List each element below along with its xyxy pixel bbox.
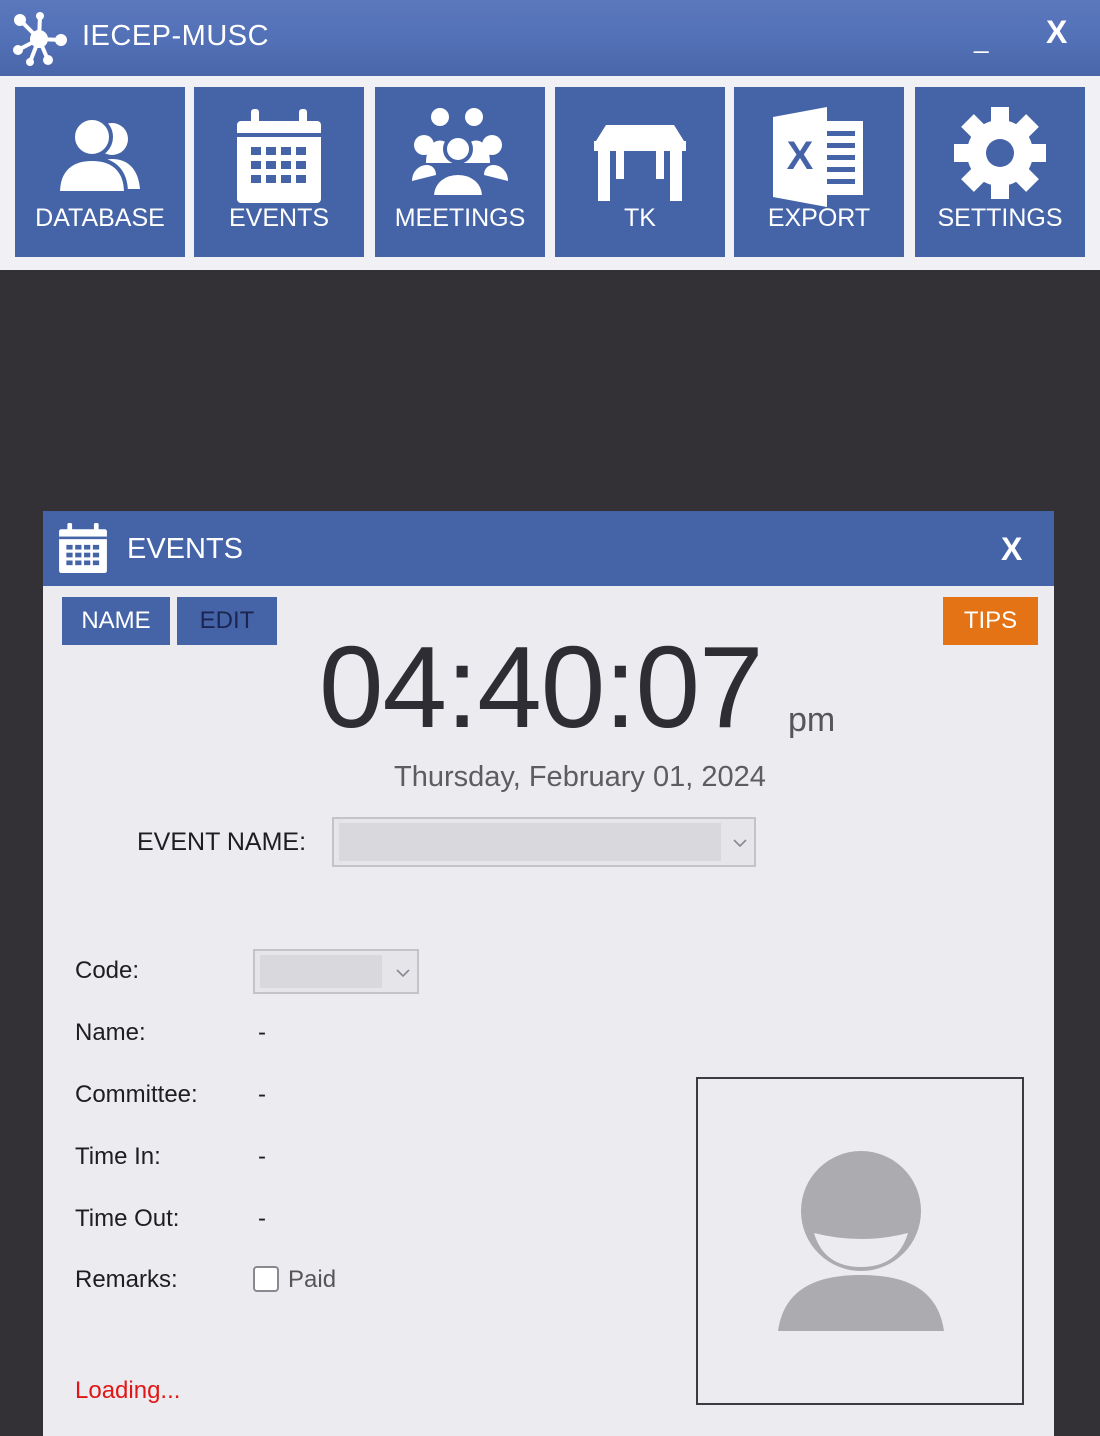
- status-text: Loading...: [75, 1377, 181, 1404]
- events-window: EVENTS X NAME EDIT TIPS 04:40:07 pm Thur…: [43, 511, 1054, 1436]
- tips-button[interactable]: TIPS: [943, 597, 1038, 645]
- meetings-button[interactable]: MEETINGS: [375, 87, 545, 257]
- event-name-dropdown[interactable]: [332, 817, 756, 867]
- events-label: EVENTS: [228, 204, 330, 232]
- calendar-icon: [237, 109, 321, 203]
- name-button[interactable]: NAME: [62, 597, 170, 645]
- avatar-placeholder-icon: [778, 1151, 944, 1331]
- table-icon: [594, 125, 686, 201]
- current-date: Thursday, February 01, 2024: [394, 761, 766, 793]
- settings-button[interactable]: SETTINGS: [915, 87, 1085, 257]
- export-label: EXPORT: [767, 204, 871, 232]
- app-title: IECEP-MUSC: [82, 20, 270, 52]
- chevron-down-icon: [733, 839, 747, 848]
- event-name-value: [339, 823, 721, 861]
- close-button[interactable]: X: [1046, 14, 1067, 51]
- time-out-value: -: [258, 1205, 266, 1232]
- paid-checkbox[interactable]: [253, 1266, 279, 1292]
- title-bar: IECEP-MUSC _ X: [0, 0, 1100, 76]
- member-photo: [696, 1077, 1024, 1405]
- database-label: DATABASE: [35, 204, 165, 232]
- time-out-label: Time Out:: [75, 1205, 180, 1232]
- chevron-down-icon: [396, 969, 410, 978]
- events-button[interactable]: EVENTS: [194, 87, 364, 257]
- excel-icon: X: [773, 107, 863, 207]
- calendar-icon: [59, 523, 107, 573]
- meetings-label: MEETINGS: [394, 204, 526, 232]
- export-button[interactable]: X EXPORT: [734, 87, 904, 257]
- code-dropdown[interactable]: [253, 949, 419, 994]
- users-icon: [55, 116, 140, 195]
- remarks-label: Remarks:: [75, 1266, 178, 1293]
- group-icon: [412, 108, 508, 199]
- name-field-label: Name:: [75, 1019, 146, 1046]
- edit-button[interactable]: EDIT: [177, 597, 277, 645]
- committee-label: Committee:: [75, 1081, 198, 1108]
- main-toolbar: DATABASE EVENTS MEETINGS TK X EXPORT SET…: [0, 76, 1100, 270]
- settings-label: SETTINGS: [937, 204, 1063, 232]
- svg-text:X: X: [787, 134, 814, 178]
- code-label: Code:: [75, 957, 140, 984]
- time-in-label: Time In:: [75, 1143, 161, 1170]
- minimize-button[interactable]: _: [974, 24, 988, 55]
- paid-label[interactable]: Paid: [288, 1266, 336, 1294]
- events-window-title: EVENTS: [127, 533, 244, 565]
- committee-value: -: [258, 1081, 266, 1108]
- tk-label: TK: [624, 204, 656, 232]
- code-value: [260, 955, 382, 988]
- name-field-value: -: [258, 1019, 266, 1046]
- tk-button[interactable]: TK: [555, 87, 725, 257]
- network-logo-icon: [13, 12, 67, 66]
- event-name-label: EVENT NAME:: [137, 828, 307, 856]
- clock-ampm: pm: [788, 701, 836, 739]
- database-button[interactable]: DATABASE: [15, 87, 185, 257]
- time-in-value: -: [258, 1143, 266, 1170]
- events-close-button[interactable]: X: [1001, 531, 1022, 568]
- events-window-header: EVENTS X: [43, 511, 1054, 586]
- clock-time: 04:40:07: [319, 622, 764, 752]
- gear-icon: [954, 107, 1046, 199]
